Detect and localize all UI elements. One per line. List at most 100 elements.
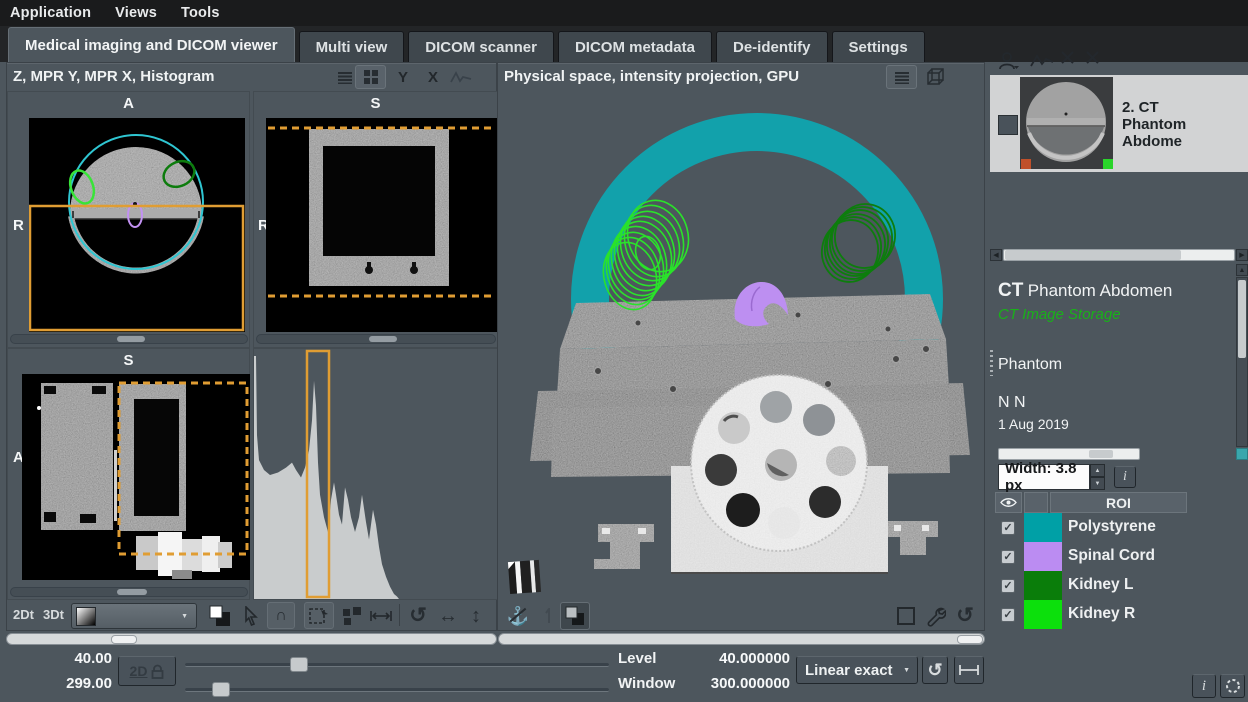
- width-spin-up[interactable]: ▲: [1090, 464, 1105, 477]
- sagittal-slice-canvas[interactable]: [266, 118, 497, 332]
- flip-vertical-icon[interactable]: ↕: [463, 602, 489, 630]
- layout-list-icon[interactable]: [333, 67, 357, 87]
- roi-scrollbar-handle[interactable]: [1089, 450, 1113, 458]
- fit-width-icon[interactable]: [368, 604, 394, 628]
- scroll-right-arrow[interactable]: ▶: [1236, 249, 1248, 261]
- window-quick-value: 299.00: [30, 675, 112, 692]
- series-description: Phantom Abdome: [1122, 116, 1248, 150]
- roi-checkbox-0[interactable]: ✓: [1001, 521, 1015, 535]
- level-slider[interactable]: [185, 663, 609, 667]
- roi-width-field[interactable]: Width: 3.8 px: [998, 464, 1090, 490]
- series-scrollbar-handle[interactable]: [1005, 250, 1181, 260]
- volume-render-canvas[interactable]: [498, 91, 984, 600]
- details-vscrollbar-handle[interactable]: [1238, 280, 1246, 358]
- swatch-tool-button[interactable]: [560, 602, 590, 630]
- coronal-slice-canvas[interactable]: [22, 374, 250, 580]
- status-square-red: [1021, 159, 1031, 169]
- transfer-function-preview-icon[interactable]: [506, 559, 542, 595]
- roi-color-swatch-1[interactable]: [1024, 542, 1062, 571]
- coronal-slice-scrollbar-handle[interactable]: [117, 589, 147, 595]
- volume-list-button[interactable]: [886, 65, 917, 89]
- volume-master-slider-handle[interactable]: [957, 635, 983, 644]
- tab-multi-view[interactable]: Multi view: [299, 31, 405, 62]
- status-square-green: [1103, 159, 1113, 169]
- tab-dicom-metadata[interactable]: DICOM metadata: [558, 31, 712, 62]
- width-spin-down[interactable]: ▼: [1090, 477, 1105, 490]
- transform-tool-button[interactable]: [304, 602, 334, 629]
- bounding-box-icon[interactable]: [894, 604, 918, 628]
- window-slider[interactable]: [185, 688, 609, 692]
- mode-3dt-label[interactable]: 3Dt: [43, 607, 64, 622]
- roi-checkbox-1[interactable]: ✓: [1001, 550, 1015, 564]
- roi-name-header[interactable]: ROI: [1050, 492, 1187, 513]
- viewport-sagittal: S R: [253, 91, 498, 348]
- histogram-chart[interactable]: [254, 349, 497, 599]
- scroll-left-arrow[interactable]: ◀: [990, 249, 1002, 261]
- contour-tool-button[interactable]: ∩: [267, 602, 295, 629]
- wrench-icon[interactable]: [922, 603, 948, 629]
- mpr-master-slider-handle[interactable]: [111, 635, 137, 644]
- tab-de-identify[interactable]: De-identify: [716, 31, 828, 62]
- close-icon-2[interactable]: [1085, 50, 1100, 65]
- series-thumbnail[interactable]: [1020, 77, 1113, 169]
- axial-slice-scrollbar: [10, 334, 248, 344]
- mpr-master-slider[interactable]: [6, 633, 497, 645]
- full-range-button[interactable]: [954, 656, 984, 684]
- anchor-icon[interactable]: ⚓: [506, 603, 530, 629]
- menu-views[interactable]: Views: [115, 5, 157, 21]
- series-checkbox[interactable]: [998, 115, 1018, 135]
- colormap-dropdown[interactable]: ▼: [71, 603, 197, 629]
- roi-color-header[interactable]: [1024, 492, 1048, 513]
- series-details: CT Phantom Abdomen CT Image Storage Phan…: [990, 264, 1248, 460]
- axial-slice-scrollbar-handle[interactable]: [117, 336, 145, 342]
- foreground-background-icon[interactable]: [207, 603, 233, 629]
- window-slider-handle[interactable]: [212, 682, 230, 697]
- menu-tools[interactable]: Tools: [181, 5, 220, 21]
- level-slider-handle[interactable]: [290, 657, 308, 672]
- tab-dicom-scanner[interactable]: DICOM scanner: [408, 31, 554, 62]
- rotate-ccw-icon[interactable]: ↺: [405, 601, 431, 629]
- tab-medical-imaging[interactable]: Medical imaging and DICOM viewer: [8, 27, 295, 62]
- viewport-histogram[interactable]: [253, 348, 498, 600]
- sync-button[interactable]: [1220, 674, 1245, 698]
- layout-grid-button[interactable]: [355, 65, 386, 89]
- cube-icon[interactable]: [924, 67, 948, 87]
- scroll-up-arrow[interactable]: ▲: [1236, 264, 1248, 276]
- mpr-y-button[interactable]: Y: [391, 67, 415, 87]
- close-icon[interactable]: [1060, 50, 1075, 65]
- interpolation-dropdown[interactable]: Linear exact ▼: [796, 656, 918, 684]
- series-number: 2. CT: [1122, 99, 1248, 116]
- menu-application[interactable]: Application: [10, 5, 91, 21]
- info-button[interactable]: i: [1192, 674, 1216, 698]
- roi-color-swatch-3[interactable]: [1024, 600, 1062, 629]
- axial-slice-canvas[interactable]: [29, 118, 245, 332]
- roi-label-0[interactable]: Polystyrene: [1068, 518, 1156, 536]
- mpr-x-button[interactable]: X: [421, 67, 445, 87]
- roi-color-swatch-0[interactable]: [1024, 513, 1062, 542]
- histogram-curve-icon[interactable]: [449, 67, 473, 87]
- roi-visibility-header[interactable]: [995, 492, 1022, 513]
- window-value: 300.000000: [660, 675, 790, 692]
- roi-checkbox-2[interactable]: ✓: [1001, 579, 1015, 593]
- sagittal-slice-scrollbar-handle[interactable]: [369, 336, 397, 342]
- series-list-item[interactable]: 2. CT Phantom Abdome: [990, 75, 1248, 172]
- roi-label-3[interactable]: Kidney R: [1068, 605, 1135, 623]
- lock-2d-button[interactable]: 2D: [118, 656, 176, 686]
- roi-checkbox-3[interactable]: ✓: [1001, 608, 1015, 622]
- reset-camera-icon[interactable]: ↺: [952, 601, 978, 629]
- patient-icon[interactable]: [998, 51, 1020, 71]
- flip-horizontal-icon[interactable]: ↔: [435, 602, 461, 630]
- curve-icon[interactable]: [1030, 53, 1054, 69]
- roi-label-2[interactable]: Kidney L: [1068, 576, 1133, 594]
- roi-color-swatch-2[interactable]: [1024, 571, 1062, 600]
- roi-label-1[interactable]: Spinal Cord: [1068, 547, 1155, 565]
- tab-settings[interactable]: Settings: [832, 31, 925, 62]
- volume-master-slider[interactable]: [498, 633, 985, 645]
- reset-wl-button[interactable]: ↺: [922, 656, 948, 684]
- tile-windows-icon[interactable]: [340, 604, 364, 628]
- mode-2dt-label[interactable]: 2Dt: [13, 607, 34, 622]
- pointer-tool-icon[interactable]: [240, 604, 262, 628]
- splitter-handle[interactable]: [990, 350, 993, 376]
- orientation-label-r: R: [13, 217, 24, 234]
- roi-info-button[interactable]: i: [1114, 466, 1136, 488]
